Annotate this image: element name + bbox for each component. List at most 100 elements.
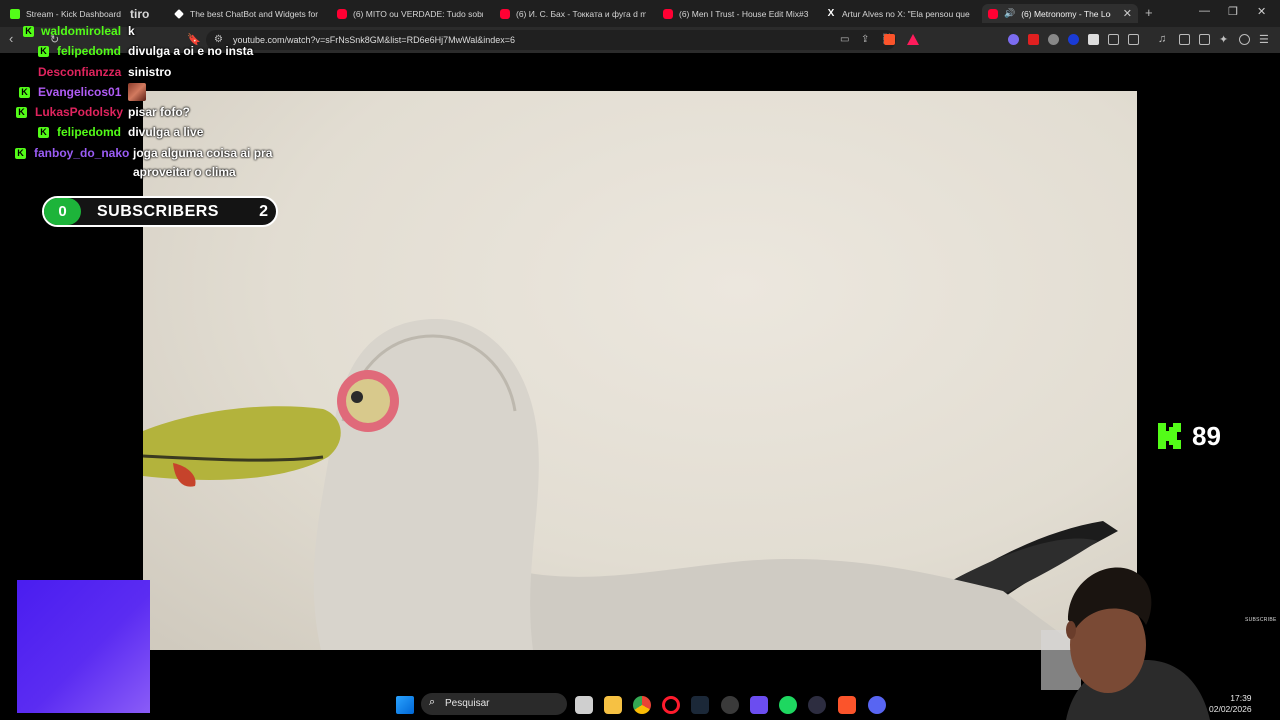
chat-text: divulga a live <box>128 125 204 139</box>
windows-start-icon[interactable] <box>396 696 414 714</box>
extension-icon[interactable] <box>1028 34 1039 45</box>
kick-badge-icon: K <box>38 127 49 138</box>
subscriber-goal-widget: 0 SUBSCRIBERS 2 <box>42 196 278 227</box>
tab-youtube-bach[interactable]: (6) И. С. Бах - Токката и фуга d moll <box>494 4 646 23</box>
puzzle-icon[interactable] <box>1108 34 1119 45</box>
chat-username[interactable]: felipedomd <box>57 44 121 58</box>
music-icon[interactable]: ♫ <box>1158 33 1166 45</box>
tab-label: (6) Men I Trust - House Edit Mix#3 - <box>679 8 809 19</box>
app-icon[interactable] <box>721 696 739 714</box>
kick-badge-icon: K <box>19 87 30 98</box>
kick-badge-icon: K <box>16 107 27 118</box>
chat-text: k <box>128 24 135 38</box>
tab-kick-dashboard[interactable]: Stream - Kick Dashboard <box>4 4 122 23</box>
extension-icon[interactable] <box>1068 34 1079 45</box>
tab-x-artur[interactable]: X Artur Alves no X: "Ela pensou que tin <box>820 4 972 23</box>
tab-label: Stream - Kick Dashboard <box>26 8 121 19</box>
tab-label: tiro <box>130 6 150 21</box>
kick-logo-icon <box>1158 423 1181 449</box>
tab-label: (6) MITO ou VERDADE: Tudo sobre o <box>353 8 483 19</box>
search-icon: ⌕ <box>429 696 436 708</box>
new-tab-button[interactable]: + <box>1145 5 1153 20</box>
tab-label: The best ChatBot and Widgets for K <box>190 8 320 19</box>
subscribe-label: SUBSCRIBE <box>1245 617 1277 623</box>
file-explorer-icon[interactable] <box>604 696 622 714</box>
chat-text: sinistro <box>128 65 172 79</box>
video-player[interactable] <box>143 91 1137 650</box>
menu-icon[interactable]: ☰ <box>1259 33 1269 46</box>
tab-youtube-metronomy[interactable]: 🔊 (6) Metronomy - The Look (C ✕ <box>982 4 1138 23</box>
leo-ai-icon[interactable]: ✦ <box>1219 33 1228 46</box>
wallet-icon[interactable] <box>1199 34 1210 45</box>
taskbar-search-input[interactable]: ⌕ Pesquisar <box>421 693 567 715</box>
tab-youtube-mito[interactable]: (6) MITO ou VERDADE: Tudo sobre o <box>331 4 483 23</box>
tab-chatbot[interactable]: The best ChatBot and Widgets for K <box>168 4 320 23</box>
chat-username[interactable]: Desconfianzza <box>38 65 121 79</box>
youtube-icon <box>988 8 998 19</box>
sidebar-icon[interactable] <box>1179 34 1190 45</box>
youtube-icon <box>500 8 510 19</box>
discord-icon[interactable] <box>868 696 886 714</box>
taskbar-clock[interactable]: 17:39 02/02/2026 <box>1209 693 1252 715</box>
steam-icon[interactable] <box>691 696 709 714</box>
seagull-sculpture-image <box>143 318 1118 650</box>
back-icon[interactable]: ‹ <box>9 31 13 46</box>
chat-username[interactable]: felipedomd <box>57 125 121 139</box>
overlay-color-box <box>17 580 150 713</box>
tab-label: (6) Metronomy - The Look (C <box>1021 8 1111 19</box>
kick-badge-icon: K <box>23 26 34 37</box>
search-placeholder: Pesquisar <box>445 698 490 709</box>
close-tab-icon[interactable]: ✕ <box>1123 7 1132 20</box>
chat-text: pisar fofo? <box>128 105 190 119</box>
wallet-icon[interactable] <box>1128 34 1139 45</box>
extension-icon[interactable] <box>1008 34 1019 45</box>
kick-icon <box>10 8 20 19</box>
chat-username[interactable]: fanboy_do_nako <box>34 146 129 160</box>
tab-label: (6) И. С. Бах - Токката и фуга d moll <box>516 8 646 19</box>
kick-badge-icon: K <box>15 148 26 159</box>
cast-icon[interactable]: ▭ <box>840 34 849 45</box>
close-window-icon[interactable]: ✕ <box>1257 5 1266 18</box>
tab-youtube-men-i-trust[interactable]: (6) Men I Trust - House Edit Mix#3 - <box>657 4 809 23</box>
subscriber-goal-count: 2 <box>259 203 268 220</box>
windows-taskbar: ⌕ Pesquisar 17:39 02/02/2026 <box>150 690 1280 720</box>
chat-username[interactable]: Evangelicos01 <box>38 85 121 99</box>
tab-bar: Stream - Kick Dashboard tiro The best Ch… <box>0 0 1280 27</box>
minimize-icon[interactable]: — <box>1199 5 1210 17</box>
share-icon[interactable]: ⇪ <box>861 34 869 45</box>
maximize-icon[interactable]: ❐ <box>1228 5 1238 18</box>
chrome-icon[interactable] <box>633 696 651 714</box>
clock-date: 02/02/2026 <box>1209 704 1252 714</box>
address-bar[interactable]: ⚙ youtube.com/watch?v=sFrNsSnk8GM&list=R… <box>206 30 896 50</box>
app-icon[interactable] <box>808 696 826 714</box>
opera-icon[interactable] <box>662 696 680 714</box>
chat-text-continued: aproveitar o clima <box>133 165 236 179</box>
subscriber-current-count: 0 <box>44 198 81 225</box>
url-text[interactable]: youtube.com/watch?v=sFrNsSnk8GM&list=RD6… <box>233 35 515 45</box>
youtube-icon <box>337 8 347 19</box>
youtube-icon <box>663 8 673 19</box>
chat-username[interactable]: LukasPodolsky <box>35 105 123 119</box>
tab-tiro[interactable]: tiro <box>124 4 164 23</box>
chat-text: divulga a oi e no insta <box>128 44 254 58</box>
extension-icon[interactable] <box>1048 34 1059 45</box>
extension-icon[interactable] <box>1088 34 1099 45</box>
grid-app-icon[interactable] <box>750 696 768 714</box>
brave-shields-icon[interactable] <box>884 34 895 45</box>
kick-badge-icon: K <box>38 46 49 57</box>
chat-text: joga alguma coisa ai pra <box>133 146 273 160</box>
brave-icon[interactable] <box>838 696 856 714</box>
x-icon: X <box>827 7 835 19</box>
vpn-icon[interactable] <box>1239 34 1250 45</box>
brave-rewards-icon[interactable] <box>907 34 919 45</box>
diamond-icon <box>174 8 184 19</box>
clock-time: 17:39 <box>1230 693 1252 703</box>
speaker-icon: 🔊 <box>1004 8 1016 18</box>
spotify-icon[interactable] <box>779 696 797 714</box>
subscriber-label: SUBSCRIBERS <box>97 203 219 220</box>
viewer-count: 89 <box>1192 421 1221 451</box>
chat-username[interactable]: waldomiroleal <box>41 24 121 38</box>
task-view-icon[interactable] <box>575 696 593 714</box>
chat-emote-image <box>128 83 146 101</box>
tab-label: Artur Alves no X: "Ela pensou que tin <box>842 8 972 19</box>
